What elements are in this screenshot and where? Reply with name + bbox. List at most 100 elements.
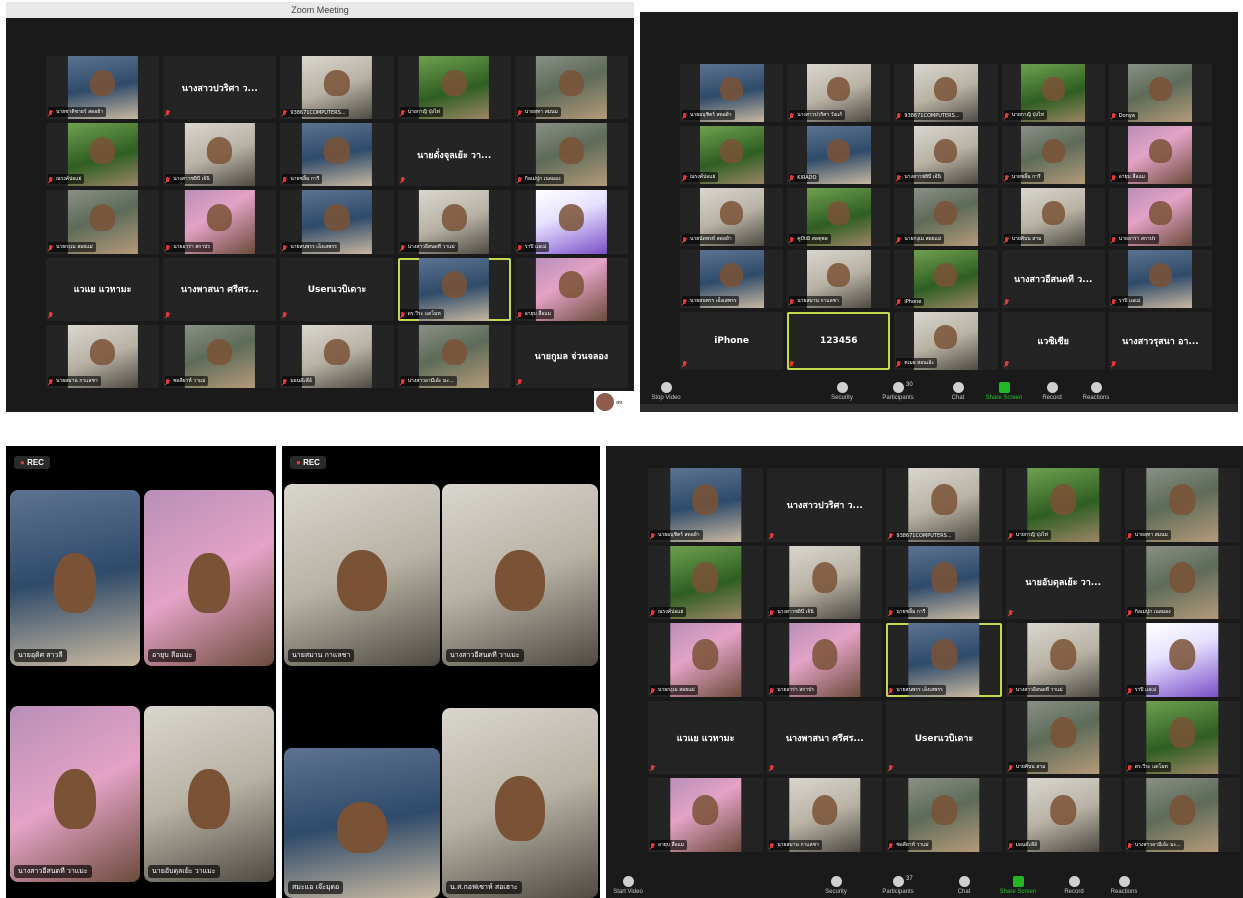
participants-button[interactable]: 30 Participants	[876, 382, 920, 401]
participant-tile[interactable]: นายสมาน กาแลชา	[787, 250, 891, 308]
participant-tile[interactable]: นางสาวปวริศา ว...	[163, 56, 277, 120]
participant-tile[interactable]: นายอาร่า สกาปร	[767, 623, 883, 697]
participant-tile[interactable]: คูปับมิ สดตุพล	[787, 188, 891, 246]
participant-tile[interactable]: นางสาวชยิบี เจ้นิ	[163, 123, 277, 187]
participant-face	[337, 549, 387, 612]
participant-tile[interactable]: ดร.วีระ แดโมท	[397, 257, 511, 321]
participant-tile[interactable]: อายุบ ลื่อแม	[648, 778, 764, 852]
participant-tile[interactable]: KIRADO	[787, 126, 891, 184]
participant-video[interactable]: อายุบ ลือแมะ	[144, 490, 274, 666]
participant-tile[interactable]: นายอนุชิตร์ สดอย้า	[648, 468, 764, 542]
participant-tile[interactable]: ซอลียาห์ วาแม่	[163, 324, 277, 388]
participant-tile[interactable]: นายกงุเม สอยแม่	[648, 623, 764, 697]
participant-tile[interactable]: นายคิบน สาม	[1005, 700, 1121, 775]
participant-tile[interactable]: นายชาติชายร์ สดอย้า	[46, 56, 160, 120]
participant-tile[interactable]: กิลเม่ปูก เนลมอง	[1124, 545, 1240, 620]
participant-tile[interactable]: Userแวบิเดาะ	[886, 700, 1002, 775]
participant-tile[interactable]: นางสาวอีสนดที วาแม่	[1005, 623, 1121, 697]
participant-tile[interactable]: นายชลิ้ม การี	[886, 545, 1002, 620]
participant-tile[interactable]: นางสาวอีสนดที วาแม่	[397, 190, 511, 254]
chat-button[interactable]: Chat	[936, 382, 980, 401]
shield-button[interactable]: Security	[820, 382, 864, 401]
record-button[interactable]: Record	[1030, 382, 1074, 401]
participant-tile[interactable]: ณรงค์ปอแย่	[680, 126, 784, 184]
participant-tile[interactable]: 938671COMPUTERS...	[280, 56, 394, 120]
participant-video[interactable]: นายอุดิศ สาวลี	[10, 490, 140, 666]
participant-tile[interactable]: 938671COMPUTERS...	[894, 64, 998, 122]
participant-tile[interactable]: นายสมาน กาแลชา	[767, 778, 883, 852]
participant-tile[interactable]: ตเมย สอนเอ้ะ	[894, 312, 998, 370]
shield-button[interactable]: Security	[814, 876, 858, 895]
participant-tile[interactable]: ณรงค์ปอแย่	[648, 545, 764, 620]
reactions-button[interactable]: Reactions	[1074, 382, 1118, 401]
participant-video[interactable]: นางสาวอีสนดที วาแมะ	[10, 706, 140, 882]
participant-tile[interactable]: มอนอ๊ะลีอ์	[280, 324, 394, 388]
participant-tile[interactable]: นายดั่งจุลเย้ะ วา...	[397, 123, 511, 187]
participant-tile[interactable]: นางพาสนา ศรีศร...	[163, 257, 277, 321]
participant-tile[interactable]: นายสนพรร เอ็งเสพรร	[680, 250, 784, 308]
participant-tile[interactable]: นางสาวชยิบี เจ้นิ	[894, 126, 998, 184]
participant-tile[interactable]: นายกงุเม สอยแม่	[894, 188, 998, 246]
participant-tile[interactable]: กิลเม่ปูก เนลมอง	[514, 123, 628, 187]
participant-tile[interactable]: ซอลียาห์ วาแม่	[886, 778, 1002, 852]
participant-video[interactable]: นางสาวอีสนดที วาแมะ	[442, 484, 598, 666]
participant-tile[interactable]: ณรงค์ปอแย่	[46, 123, 160, 187]
share-screen-button[interactable]: Share Screen	[996, 876, 1040, 895]
record-button[interactable]: Record	[1052, 876, 1096, 895]
participant-tile[interactable]: นายนัดพรห์ สดอย้า	[680, 188, 784, 246]
participant-tile[interactable]: นายกงุเม สอยแม่	[46, 190, 160, 254]
participant-tile[interactable]: นายสนพรร เอ็งเสพรร	[280, 190, 394, 254]
participant-tile[interactable]: นายกูมล จ่วนจลอง	[514, 324, 628, 388]
participant-tile[interactable]: นางสาวอามีเอ้ะ มะ...	[397, 324, 511, 388]
participant-tile[interactable]: นายกาญิ ปุ่งไท่	[397, 56, 511, 120]
participant-tile[interactable]: นายกาญิ ปุ่งไท่	[1001, 64, 1105, 122]
self-view-thumbnail[interactable]: สห	[594, 391, 634, 412]
participant-tile[interactable]: นายคิบน สาม	[1001, 188, 1105, 246]
participant-tile[interactable]: iPhone	[680, 312, 784, 370]
participants-button[interactable]: 37 Participants	[876, 876, 920, 895]
participant-tile[interactable]: นางสาวปวริศา วังแก้	[787, 64, 891, 122]
participant-tile[interactable]: ราปิ แอเม่	[1108, 250, 1212, 308]
participant-tile[interactable]: นายชลิ้ม การี	[280, 123, 394, 187]
participant-tile[interactable]: นางสาวชยิบี เจ้นิ	[767, 545, 883, 620]
participant-video[interactable]: สมะแอ เจ๊ะมุดอ	[284, 748, 440, 898]
chat-button[interactable]: Chat	[942, 876, 986, 895]
participant-tile[interactable]: นางพาสนา ศรีศร...	[767, 700, 883, 775]
participant-tile[interactable]: นายอาร่า สกาปร	[1108, 188, 1212, 246]
participant-tile[interactable]: Userแวบิเดาะ	[280, 257, 394, 321]
participant-label: ณรงค์ปอแย่	[650, 607, 687, 618]
participant-tile[interactable]: นางสาวอามีเอ้ะ มะ...	[1124, 778, 1240, 852]
participant-tile[interactable]: นายอนุชิตร์ สดอย้า	[680, 64, 784, 122]
reactions-button[interactable]: Reactions	[1102, 876, 1146, 895]
participant-tile[interactable]: อายุบ ลื่อแม	[514, 257, 628, 321]
participant-video[interactable]: นายสมาน กาแลชา	[284, 484, 440, 666]
participant-tile[interactable]: ราปิ แอเม่	[514, 190, 628, 254]
participant-tile[interactable]: ดร.วีระ แดโมท	[1124, 700, 1240, 775]
participant-tile[interactable]: นางสาวรุสนา อา...	[1108, 312, 1212, 370]
participant-tile[interactable]: Donya	[1108, 64, 1212, 122]
participant-tile[interactable]: 938671COMPUTERS...	[886, 468, 1002, 542]
participant-tile[interactable]: นางสาวอีสนดที ว...	[1001, 250, 1105, 308]
participant-tile[interactable]: นายอับดุลเย้ะ วา...	[1005, 545, 1121, 620]
participant-tile[interactable]: แวแย แวหามะ	[648, 700, 764, 775]
participant-tile[interactable]: นายสมาน กาแลชา	[46, 324, 160, 388]
participant-tile[interactable]: iPhone	[894, 250, 998, 308]
participant-video[interactable]: น.ส.กอฟเซาห์ สอเฮาะ	[442, 708, 598, 898]
participant-tile[interactable]: มอนอ๊ะลีอ์	[1005, 778, 1121, 852]
participant-tile[interactable]: 123456	[787, 312, 891, 370]
participant-tile[interactable]: แวซิเซีย	[1001, 312, 1105, 370]
participant-tile[interactable]: แวแย แวหามะ	[46, 257, 160, 321]
participant-tile[interactable]: นายสุทา สมนม	[1124, 468, 1240, 542]
participant-video[interactable]: นายอับดุลเย้ะ วาแมะ	[144, 706, 274, 882]
participant-tile[interactable]: นายกาญิ ปุ่งไท่	[1005, 468, 1121, 542]
video-camera-button[interactable]: Start Video	[606, 876, 650, 895]
participant-tile[interactable]: นางสาวปวริศา ว...	[767, 468, 883, 542]
participant-tile[interactable]: อายุบ ลื่อแม	[1108, 126, 1212, 184]
participant-tile[interactable]: นายสนพรร เอ็งเสพรร	[886, 623, 1002, 697]
participant-tile[interactable]: ราปิ แอเม่	[1124, 623, 1240, 697]
share-screen-button[interactable]: Share Screen	[982, 382, 1026, 401]
participant-tile[interactable]: นายสุทา สมนม	[514, 56, 628, 120]
video-camera-button[interactable]: Stop Video	[644, 382, 688, 401]
participant-tile[interactable]: นายอาร่า สกาปร	[163, 190, 277, 254]
participant-tile[interactable]: นายชลิ้ม การี	[1001, 126, 1105, 184]
